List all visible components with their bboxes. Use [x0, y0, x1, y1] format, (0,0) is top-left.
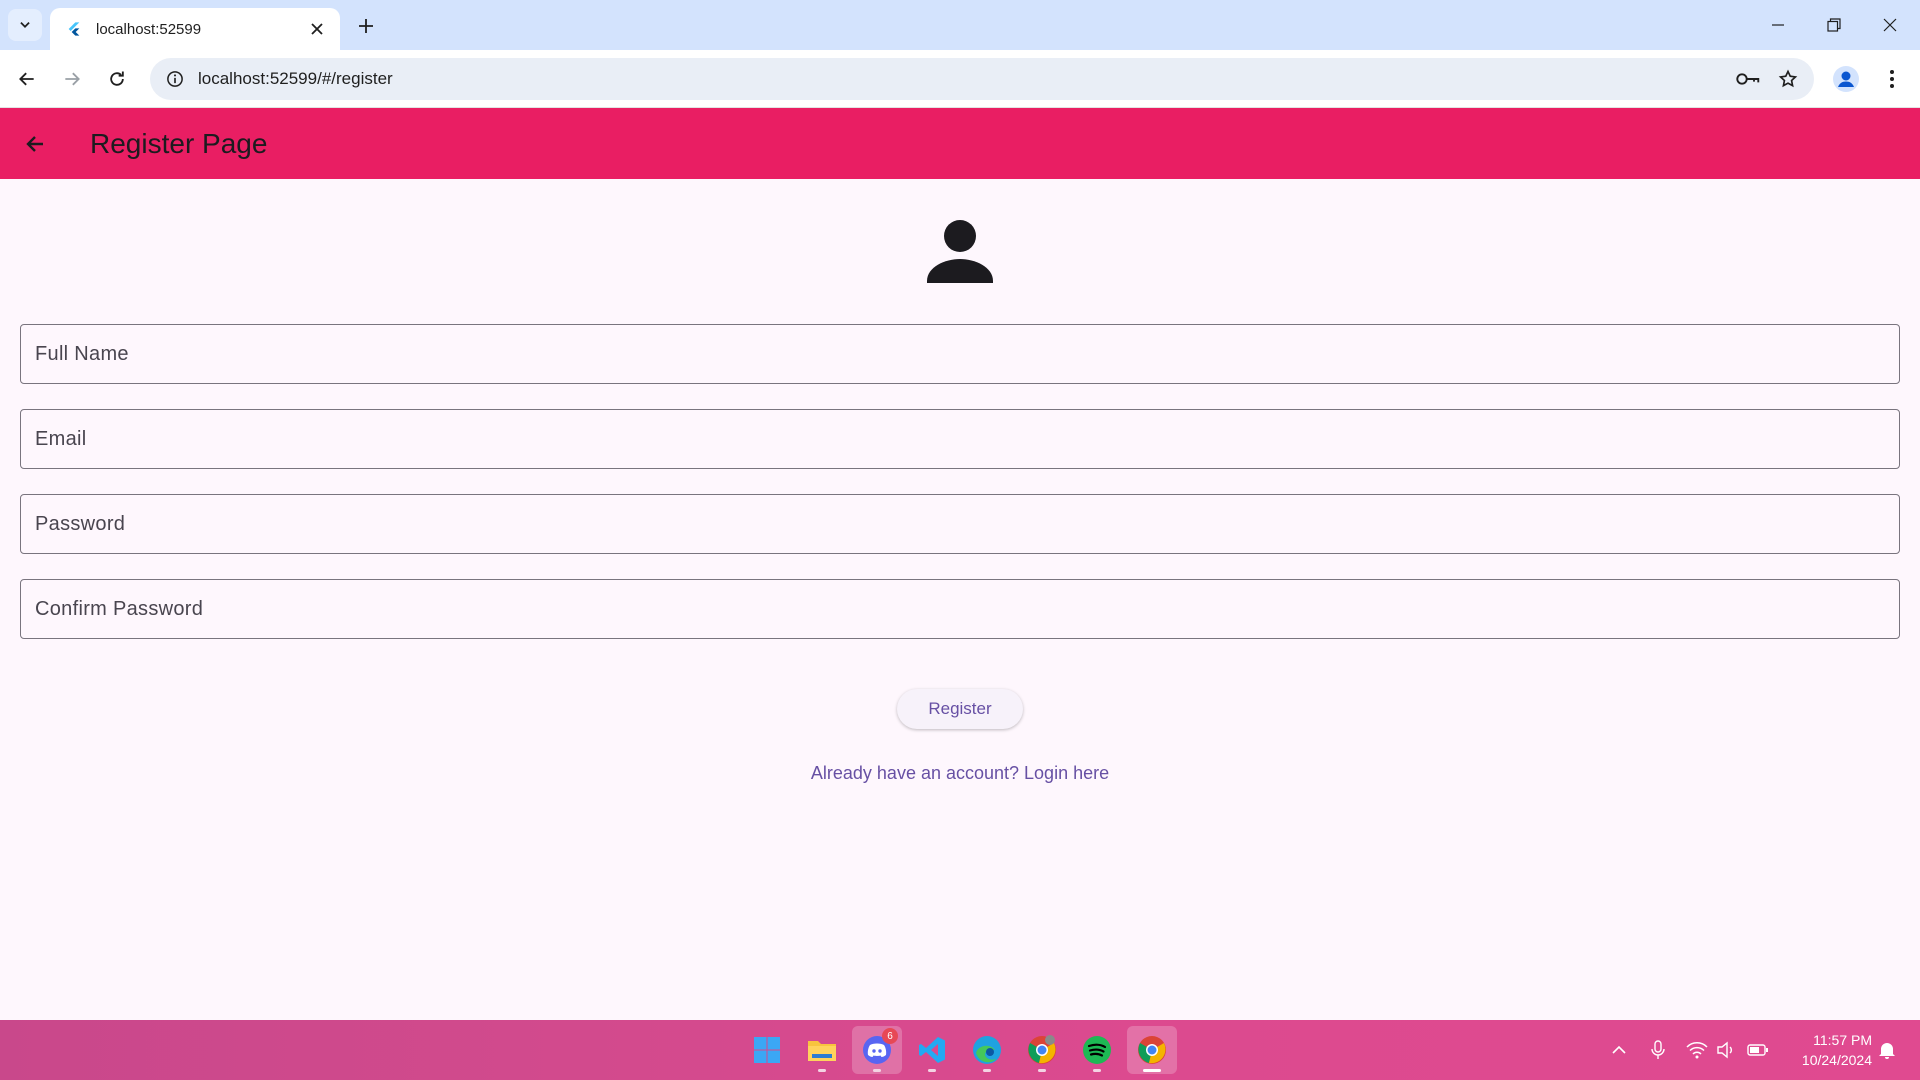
new-tab-button[interactable]	[352, 12, 380, 40]
url-text[interactable]: localhost:52599/#/register	[198, 69, 1728, 89]
register-form-area: Register Already have an account? Login …	[0, 179, 1920, 1020]
clock-date: 10/24/2024	[1801, 1052, 1872, 1068]
taskbar-clock[interactable]: 11:57 PM 10/24/2024	[1782, 1030, 1872, 1070]
folder-icon	[808, 1041, 836, 1061]
active-indicator	[1143, 1069, 1161, 1072]
browser-menu-button[interactable]	[1876, 63, 1908, 95]
volume-button[interactable]	[1712, 1020, 1740, 1080]
notification-badge: 6	[882, 1028, 898, 1044]
arrow-left-icon	[26, 135, 43, 152]
start-button[interactable]	[742, 1026, 792, 1074]
wifi-icon	[1686, 1042, 1708, 1059]
confirm-password-input[interactable]	[35, 580, 1899, 638]
restore-icon	[1827, 18, 1841, 32]
tab-title: localhost:52599	[96, 20, 202, 38]
page-title: Register Page	[90, 127, 268, 159]
email-input[interactable]	[35, 410, 1899, 468]
edge-button[interactable]	[962, 1026, 1012, 1074]
person-icon	[927, 220, 993, 283]
battery-button[interactable]	[1742, 1020, 1774, 1080]
running-indicator	[873, 1069, 881, 1072]
site-info-icon[interactable]	[154, 58, 196, 100]
chrome-profile-button[interactable]	[1017, 1026, 1067, 1074]
avatar-icon	[1833, 66, 1859, 92]
more-vert-icon	[1890, 70, 1894, 88]
running-indicator	[928, 1069, 936, 1072]
windows-icon	[754, 1037, 780, 1063]
bell-icon	[1879, 1043, 1895, 1059]
profile-button[interactable]	[1830, 63, 1862, 95]
password-input[interactable]	[35, 495, 1899, 553]
plus-icon	[359, 19, 373, 33]
microphone-icon	[1651, 1040, 1665, 1059]
chevron-down-icon	[20, 22, 30, 28]
file-explorer-button[interactable]	[797, 1026, 847, 1074]
show-hidden-icons-button[interactable]	[1604, 1020, 1634, 1080]
full-name-input[interactable]	[35, 325, 1899, 383]
minimize-button[interactable]	[1750, 0, 1806, 50]
register-button[interactable]: Register	[897, 689, 1023, 729]
reload-icon	[110, 71, 124, 86]
running-indicator	[1093, 1069, 1101, 1072]
chrome-icon	[1138, 1036, 1166, 1064]
vscode-icon	[919, 1037, 945, 1063]
app-back-button[interactable]	[15, 124, 55, 164]
browser-tab[interactable]: localhost:52599	[50, 8, 340, 50]
flutter-icon	[64, 19, 84, 39]
spotify-icon	[1083, 1036, 1111, 1064]
close-icon[interactable]	[306, 18, 328, 40]
close-icon	[1883, 18, 1897, 32]
taskbar: 6 11:57 PM 10/24/2024	[0, 1020, 1920, 1080]
forward-button[interactable]	[55, 62, 89, 96]
arrow-right-icon	[65, 72, 80, 86]
password-field[interactable]	[20, 494, 1900, 554]
volume-icon	[1717, 1041, 1732, 1059]
browser-toolbar: localhost:52599/#/register	[0, 50, 1920, 108]
restore-button[interactable]	[1806, 0, 1862, 50]
full-name-field[interactable]	[20, 324, 1900, 384]
wifi-button[interactable]	[1682, 1020, 1712, 1080]
vscode-button[interactable]	[907, 1026, 957, 1074]
minimize-icon	[1772, 24, 1784, 26]
battery-icon	[1747, 1044, 1768, 1056]
back-button[interactable]	[10, 62, 44, 96]
arrow-left-icon	[19, 72, 34, 86]
spotify-button[interactable]	[1072, 1026, 1122, 1074]
email-field[interactable]	[20, 409, 1900, 469]
chevron-up-icon	[1612, 1045, 1626, 1054]
running-indicator	[983, 1069, 991, 1072]
password-key-icon[interactable]	[1728, 58, 1768, 100]
clock-time: 11:57 PM	[1813, 1032, 1872, 1048]
microphone-button[interactable]	[1644, 1020, 1672, 1080]
address-bar[interactable]: localhost:52599/#/register	[150, 58, 1814, 100]
confirm-password-field[interactable]	[20, 579, 1900, 639]
tab-search-button[interactable]	[8, 9, 42, 41]
chrome-icon	[1028, 1035, 1056, 1064]
running-indicator	[818, 1069, 826, 1072]
running-indicator	[1038, 1069, 1046, 1072]
discord-button[interactable]: 6	[852, 1026, 902, 1074]
edge-icon	[973, 1036, 1001, 1064]
bookmark-star-icon[interactable]	[1768, 58, 1808, 100]
chrome-button[interactable]	[1127, 1026, 1177, 1074]
notifications-button[interactable]	[1872, 1020, 1902, 1080]
app-bar: Register Page	[0, 108, 1920, 179]
browser-tab-strip: localhost:52599	[0, 0, 1920, 50]
login-link[interactable]: Already have an account? Login here	[0, 763, 1920, 784]
reload-button[interactable]	[100, 62, 134, 96]
close-window-button[interactable]	[1862, 0, 1918, 50]
